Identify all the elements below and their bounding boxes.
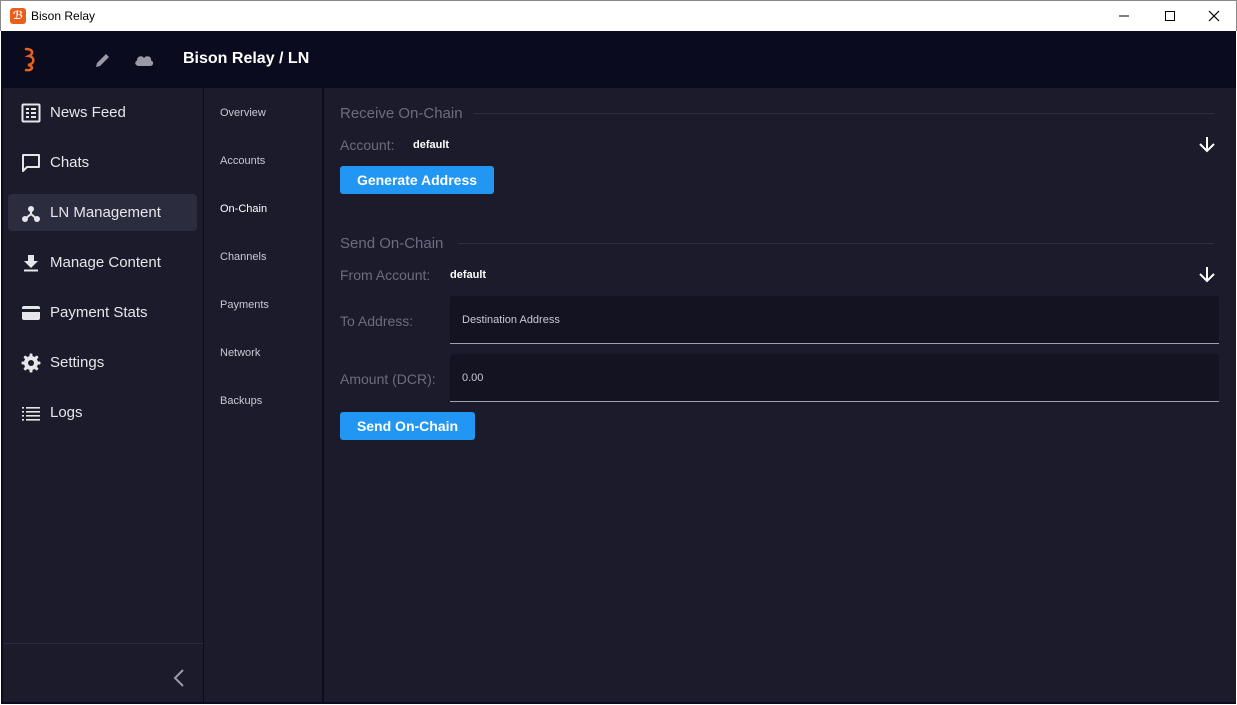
ln-subnav: Overview Accounts On-Chain Channels Paym… — [204, 88, 322, 702]
cloud-icon[interactable] — [133, 52, 155, 68]
maximize-button[interactable] — [1147, 1, 1193, 31]
subnav-item-backups[interactable]: Backups — [220, 395, 262, 407]
section-divider — [474, 113, 1214, 114]
on-chain-panel: Receive On-Chain Account: default Genera… — [324, 88, 1236, 702]
from-account-value[interactable]: default — [450, 269, 486, 281]
gear-icon — [21, 353, 41, 373]
app-icon: ℬ — [10, 8, 26, 24]
sidebar-item-label: News Feed — [50, 104, 126, 121]
maximize-icon — [1165, 11, 1175, 21]
main-sidebar: News Feed Chats LN Management Manage Con… — [3, 88, 203, 702]
app-body: News Feed Chats LN Management Manage Con… — [1, 88, 1236, 704]
amount-label: Amount (DCR): — [340, 371, 436, 387]
close-icon — [1208, 10, 1220, 22]
sidebar-item-manage-content[interactable]: Manage Content — [8, 244, 197, 281]
sidebar-item-payment-stats[interactable]: Payment Stats — [8, 294, 197, 331]
subnav-item-payments[interactable]: Payments — [220, 299, 269, 311]
amount-input[interactable]: 0.00 — [450, 354, 1219, 402]
sidebar-divider — [3, 643, 203, 644]
card-icon — [22, 306, 40, 320]
subnav-item-overview[interactable]: Overview — [220, 107, 266, 119]
send-section-title: Send On-Chain — [340, 235, 444, 252]
receive-section-title: Receive On-Chain — [340, 105, 463, 122]
download-icon — [24, 255, 38, 272]
news-feed-icon — [21, 103, 41, 123]
amount-value: 0.00 — [462, 372, 484, 384]
subnav-item-accounts[interactable]: Accounts — [220, 155, 265, 167]
sidebar-item-news-feed[interactable]: News Feed — [8, 94, 197, 131]
account-label: Account: — [340, 137, 395, 153]
subnav-item-channels[interactable]: Channels — [220, 251, 266, 263]
sidebar-item-chats[interactable]: Chats — [8, 144, 197, 181]
sidebar-item-label: Settings — [50, 354, 105, 371]
chat-icon — [22, 154, 40, 172]
ln-network-icon — [22, 206, 40, 222]
sidebar-item-label: LN Management — [50, 204, 161, 221]
account-value[interactable]: default — [413, 139, 449, 151]
generate-address-button[interactable]: Generate Address — [340, 166, 494, 194]
close-button[interactable] — [1191, 1, 1237, 31]
minimize-button[interactable] — [1101, 1, 1147, 31]
from-account-label: From Account: — [340, 267, 431, 283]
sidebar-item-label: Payment Stats — [50, 304, 148, 321]
destination-address-input[interactable]: Destination Address — [450, 296, 1219, 344]
window-titlebar: ℬ Bison Relay — [0, 0, 1237, 31]
page-title: Bison Relay / LN — [183, 50, 310, 67]
sidebar-item-logs[interactable]: Logs — [8, 394, 197, 431]
pencil-icon[interactable] — [94, 51, 112, 69]
app-header: Bison Relay / LN — [1, 31, 1236, 88]
sidebar-item-label: Logs — [50, 404, 83, 421]
destination-address-placeholder: Destination Address — [462, 314, 560, 326]
section-divider — [458, 243, 1214, 244]
subnav-item-on-chain[interactable]: On-Chain — [220, 203, 267, 215]
sidebar-item-label: Chats — [50, 154, 90, 171]
arrow-down-icon[interactable] — [1198, 135, 1216, 153]
sidebar-item-settings[interactable]: Settings — [8, 344, 197, 381]
bison-relay-logo — [24, 47, 35, 72]
arrow-down-icon[interactable] — [1198, 265, 1216, 283]
window-title: Bison Relay — [31, 9, 96, 23]
sidebar-item-ln-management[interactable]: LN Management — [8, 194, 197, 231]
send-on-chain-button[interactable]: Send On-Chain — [340, 412, 475, 440]
sidebar-item-label: Manage Content — [50, 254, 161, 271]
subnav-item-network[interactable]: Network — [220, 347, 260, 359]
minimize-icon — [1119, 15, 1129, 17]
logs-icon — [22, 407, 40, 421]
chevron-left-icon[interactable] — [169, 666, 189, 690]
to-address-label: To Address: — [340, 313, 414, 329]
